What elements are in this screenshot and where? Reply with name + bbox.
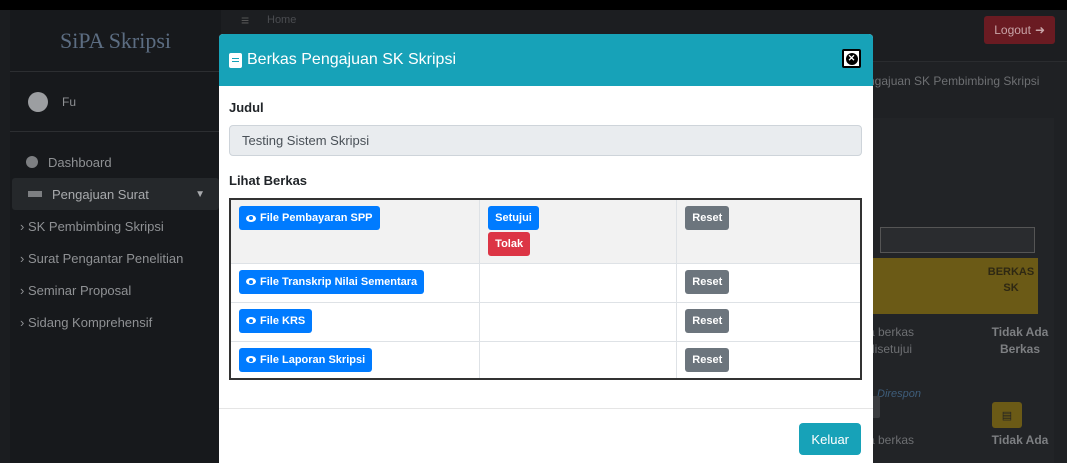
sk-status-text: Tidak Ada	[991, 433, 1049, 447]
file-laporan-skripsi-button[interactable]: File Laporan Skripsi	[239, 347, 373, 372]
file-pembayaran-spp-button[interactable]: File Pembayaran SPP	[239, 206, 380, 230]
chevron-down-icon: ▼	[195, 188, 205, 200]
sidebar-item-label: Pengajuan Surat	[52, 186, 149, 202]
dashboard-icon	[26, 156, 38, 168]
table-cell	[479, 340, 678, 380]
logout-button[interactable]: Logout ➜	[984, 16, 1055, 44]
reset-button[interactable]: Reset	[685, 269, 730, 294]
sidebar-item-pengajuan-surat[interactable]: Pengajuan Surat ▼	[12, 178, 219, 210]
table-row: File Transkrip Nilai Sementara Reset	[229, 262, 862, 303]
sidebar-item-dashboard[interactable]: Dashboard	[10, 146, 221, 178]
menu-icon[interactable]: ≡	[241, 12, 249, 28]
close-button[interactable]: ✕	[842, 49, 861, 68]
modal-body: Judul Testing Sistem Skripsi Lihat Berka…	[219, 86, 873, 380]
eye-icon	[246, 214, 256, 222]
reset-button[interactable]: Reset	[685, 347, 730, 372]
sidebar-subitem-sk-pembimbing[interactable]: › SK Pembimbing Skripsi	[10, 210, 221, 242]
status-text: a berkas disetujui	[868, 325, 915, 356]
table-cell: File Transkrip Nilai Sementara	[229, 262, 481, 303]
reset-button[interactable]: Reset	[685, 308, 730, 333]
home-link[interactable]: Home	[267, 14, 296, 26]
table-cell: Reset	[676, 262, 862, 303]
berkas-table: File Pembayaran SPP Setujui Tolak Reset …	[229, 198, 862, 380]
sidebar: SiPA Skripsi Fu Dashboard Pengajuan Sura…	[10, 10, 221, 463]
sign-out-icon: ➜	[1034, 23, 1045, 37]
sidebar-subitem-seminar-proposal[interactable]: › Seminar Proposal	[10, 274, 221, 306]
brand-logo[interactable]: SiPA Skripsi	[10, 10, 221, 72]
modal-footer: Keluar	[219, 408, 873, 463]
eye-icon	[246, 317, 256, 324]
sidebar-subitem-sidang[interactable]: › Sidang Komprehensif	[10, 306, 221, 338]
user-name[interactable]: Fu	[62, 95, 76, 109]
sidebar-nav: Dashboard Pengajuan Surat ▼ › SK Pembimb…	[10, 132, 221, 338]
tolak-button[interactable]: Tolak	[488, 232, 531, 256]
chevron-right-icon: ›	[20, 314, 28, 330]
file-button-label: File Pembayaran SPP	[260, 212, 373, 224]
modal-title: Berkas Pengajuan SK Skripsi	[247, 51, 456, 68]
logout-label: Logout	[994, 23, 1031, 37]
file-krs-button[interactable]: File KRS	[239, 308, 313, 333]
table-cell: Reset	[676, 198, 862, 264]
column-header-berkas-sk[interactable]: BERKAS SK	[985, 264, 1037, 296]
sidebar-subitem-label: SK Pembimbing Skripsi	[27, 218, 164, 234]
eye-icon	[246, 278, 256, 285]
sidebar-subitem-label: Seminar Proposal	[27, 282, 132, 298]
table-cell: File Laporan Skripsi	[229, 340, 481, 380]
setujui-button[interactable]: Setujui	[488, 206, 539, 230]
file-transkrip-button[interactable]: File Transkrip Nilai Sementara	[239, 269, 425, 294]
table-cell	[479, 262, 678, 303]
table-cell: File KRS	[229, 301, 481, 342]
sidebar-subitem-surat-pengantar[interactable]: › Surat Pengantar Penelitian	[10, 242, 221, 274]
judul-field[interactable]: Testing Sistem Skripsi	[229, 125, 862, 156]
print-icon[interactable]: ▤	[992, 402, 1022, 428]
sidebar-item-label: Dashboard	[48, 154, 112, 170]
sidebar-subitem-label: Surat Pengantar Penelitian	[27, 250, 184, 266]
close-icon: ✕	[845, 52, 858, 65]
berkas-modal: Berkas Pengajuan SK Skripsi ✕ Judul Test…	[219, 34, 873, 463]
reset-button[interactable]: Reset	[685, 206, 730, 230]
table-cell: File Pembayaran SPP	[229, 198, 481, 264]
document-icon	[229, 52, 242, 68]
table-row: File Pembayaran SPP Setujui Tolak Reset	[229, 198, 862, 264]
table-cell: Reset	[676, 301, 862, 342]
table-cell: Reset	[676, 340, 862, 380]
sk-status-text: Tidak Ada Berkas	[991, 325, 1049, 356]
file-button-label: File Transkrip Nilai Sementara	[260, 275, 418, 288]
search-input[interactable]	[880, 227, 1035, 253]
table-cell: Setujui Tolak	[479, 198, 678, 264]
file-button-label: File KRS	[260, 314, 306, 327]
status-text: a berkas	[868, 433, 915, 447]
lihat-berkas-label: Lihat Berkas	[229, 173, 308, 188]
file-button-label: File Laporan Skripsi	[260, 353, 366, 366]
table-row: File KRS Reset	[229, 301, 862, 342]
top-strip	[0, 0, 1067, 10]
status-direspon: Direspon	[877, 388, 922, 400]
chevron-right-icon: ›	[20, 250, 28, 266]
avatar	[28, 91, 48, 112]
chevron-right-icon: ›	[20, 218, 28, 234]
user-panel: Fu	[10, 72, 221, 132]
chevron-right-icon: ›	[20, 282, 28, 298]
breadcrumb: ngajuan SK Pembimbing Skripsi	[868, 74, 1040, 88]
graduation-cap-icon	[28, 191, 42, 197]
table-row: File Laporan Skripsi Reset	[229, 340, 862, 380]
modal-header: Berkas Pengajuan SK Skripsi ✕	[219, 34, 873, 86]
keluar-button[interactable]: Keluar	[799, 423, 861, 455]
table-cell	[479, 301, 678, 342]
sidebar-subitem-label: Sidang Komprehensif	[27, 314, 153, 330]
eye-icon	[246, 356, 256, 363]
judul-label: Judul	[229, 100, 264, 115]
